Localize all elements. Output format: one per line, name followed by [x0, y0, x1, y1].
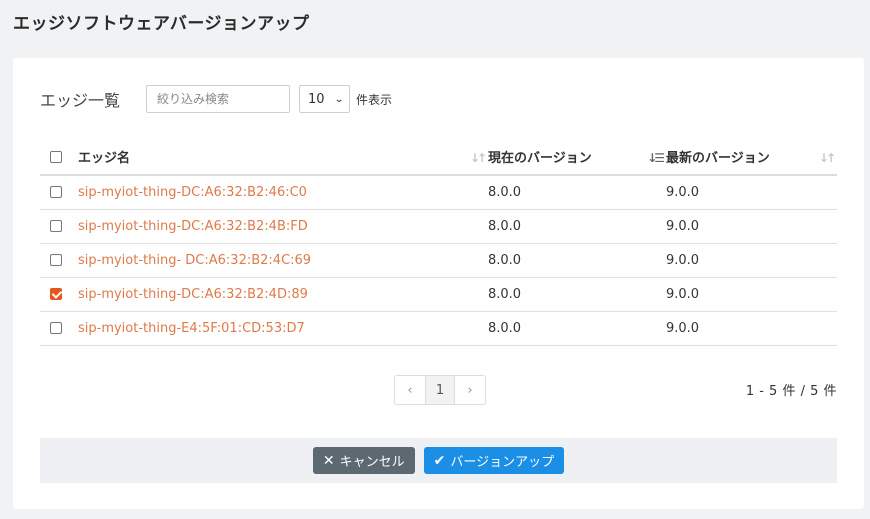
row-checkbox[interactable]	[50, 254, 62, 266]
sort-active-icon[interactable]: ↓☰	[647, 151, 665, 165]
record-count: 1 - 5 件 / 5 件	[745, 384, 837, 399]
edge-name-link[interactable]: sip-myiot-thing-DC:A6:32:B2:4B:FD	[78, 219, 308, 234]
page-1-button[interactable]: 1	[425, 376, 455, 404]
table-row: sip-myiot-thing-DC:A6:32:B2:46:C0 8.0.0 …	[40, 175, 837, 210]
header-current-version[interactable]: 現在のバージョン ↓☰	[488, 139, 666, 176]
latest-version-cell: 9.0.0	[666, 243, 837, 278]
row-checkbox[interactable]	[50, 186, 62, 199]
current-version-cell: 8.0.0	[488, 243, 666, 278]
header-name[interactable]: エッジ名 ↓↑	[78, 139, 488, 176]
pagination: ‹ 1 ›	[394, 375, 486, 405]
edge-table: エッジ名 ↓↑ 現在のバージョン ↓☰ 最新のバージョン ↓↑ sip-myio…	[40, 139, 837, 346]
select-all-checkbox[interactable]	[50, 150, 62, 163]
header-latest-version[interactable]: 最新のバージョン ↓↑	[666, 139, 837, 176]
current-version-cell: 8.0.0	[488, 277, 666, 312]
table-row: sip-myiot-thing-DC:A6:32:B2:4D:89 8.0.0 …	[40, 277, 837, 312]
prev-page-button[interactable]: ‹	[395, 376, 425, 404]
edge-name-link[interactable]: sip-myiot-thing-E4:5F:01:CD:53:D7	[78, 321, 305, 336]
latest-version-cell: 9.0.0	[666, 277, 837, 312]
next-page-button[interactable]: ›	[455, 376, 485, 404]
edge-list-card: エッジ一覧 10 ⌄ 件表示 エッジ名 ↓↑ 現在のバージョン ↓☰	[13, 58, 864, 509]
cancel-label: キャンセル	[339, 455, 405, 470]
page-size-value: 10	[308, 91, 325, 107]
row-checkbox-checked[interactable]	[50, 288, 62, 300]
check-icon: ✔	[433, 452, 446, 469]
current-version-cell: 8.0.0	[488, 311, 666, 346]
version-up-label: バージョンアップ	[450, 455, 555, 470]
current-version-cell: 8.0.0	[488, 175, 666, 210]
table-row: sip-myiot-thing- DC:A6:32:B2:4C:69 8.0.0…	[40, 243, 837, 278]
chevron-down-icon: ⌄	[333, 93, 344, 105]
latest-version-cell: 9.0.0	[666, 175, 837, 210]
search-input[interactable]	[146, 85, 291, 113]
edge-name-link[interactable]: sip-myiot-thing-DC:A6:32:B2:4D:89	[78, 287, 308, 302]
sort-icon[interactable]: ↓↑	[470, 151, 487, 165]
header-name-label: エッジ名	[78, 151, 131, 166]
latest-version-cell: 9.0.0	[666, 209, 837, 244]
version-up-button[interactable]: ✔ バージョンアップ	[423, 447, 565, 474]
action-bar: ✕ キャンセル ✔ バージョンアップ	[40, 438, 837, 483]
row-checkbox[interactable]	[50, 322, 62, 334]
header-check-cell	[40, 139, 78, 176]
close-icon: ✕	[322, 452, 335, 469]
table-header-row: エッジ名 ↓↑ 現在のバージョン ↓☰ 最新のバージョン ↓↑	[40, 139, 837, 176]
page-title: エッジソフトウェアバージョンアップ	[13, 14, 310, 34]
page-size-suffix: 件表示	[356, 92, 393, 107]
edge-name-link[interactable]: sip-myiot-thing-DC:A6:32:B2:46:C0	[78, 185, 307, 200]
sort-icon[interactable]: ↓↑	[819, 151, 836, 165]
row-checkbox[interactable]	[50, 220, 62, 232]
list-header: エッジ一覧 10 ⌄ 件表示	[40, 85, 392, 113]
header-latest-label: 最新のバージョン	[666, 151, 770, 166]
cancel-button[interactable]: ✕ キャンセル	[312, 447, 415, 474]
current-version-cell: 8.0.0	[488, 209, 666, 244]
edge-name-link[interactable]: sip-myiot-thing- DC:A6:32:B2:4C:69	[78, 253, 311, 268]
list-title: エッジ一覧	[40, 91, 121, 110]
table-row: sip-myiot-thing-DC:A6:32:B2:4B:FD 8.0.0 …	[40, 209, 837, 244]
page-size-select[interactable]: 10 ⌄	[299, 85, 351, 113]
header-current-label: 現在のバージョン	[488, 151, 592, 166]
latest-version-cell: 9.0.0	[666, 311, 837, 346]
table-row: sip-myiot-thing-E4:5F:01:CD:53:D7 8.0.0 …	[40, 311, 837, 346]
